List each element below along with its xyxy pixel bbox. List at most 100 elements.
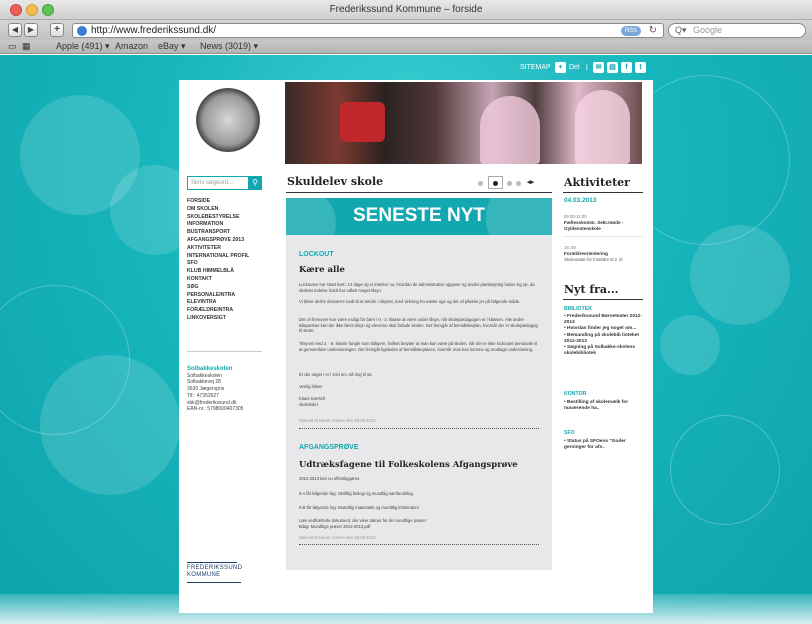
nav-item-information[interactable]: INFORMATION (187, 221, 267, 229)
nav-item-om-skolen[interactable]: OM SKOLEN (187, 206, 267, 214)
bookmarks-bar: ▭ ▦ Apple (491) ▾ Amazon eBay ▾ News (30… (0, 40, 812, 54)
logo-text: KOMMUNE (187, 572, 221, 578)
article-paragraph: Er der noget I er i tvivl om, så ring ti… (299, 372, 373, 377)
nav-item-linkoversigt[interactable]: LINKOVERSIGT (187, 315, 267, 323)
slide-dot[interactable] (478, 181, 483, 186)
article-title[interactable]: Udtræksfagene til Folkeskolens Afgangspr… (299, 460, 518, 470)
reading-list-icon[interactable]: ▭ (8, 41, 17, 52)
nav-item-sfo[interactable]: SFO (187, 260, 267, 268)
event-title[interactable]: Fællesskomm. Sekr.møde - Gyldenstenskole (564, 220, 646, 232)
category-kontor[interactable]: KONTOR (564, 391, 586, 397)
logo-text: FREDERIKSSUND (187, 565, 243, 571)
article-title[interactable]: Kære alle (299, 265, 345, 275)
school-name: Solbakkeskolen (187, 366, 233, 372)
rss-icon[interactable]: RSS (621, 26, 641, 36)
add-bookmark-button[interactable]: + (50, 23, 64, 37)
article-signature: Klaus Kærsell skoleleder (299, 396, 325, 407)
news-link[interactable]: • Bestilling af skolemælk for nuværende … (564, 400, 646, 412)
divider (299, 428, 539, 429)
slide-arrows-icon[interactable]: ◂▸ (527, 178, 534, 186)
nav-item-afgangsprove[interactable]: AFGANGSPRØVE 2013 (187, 237, 267, 245)
school-logo[interactable] (196, 88, 260, 152)
slide-dot[interactable] (516, 181, 521, 186)
nav-item-skolebestyrelse[interactable]: SKOLEBESTYRELSE (187, 214, 267, 222)
ean-line: EAN-nr.: 5798000407305 (187, 406, 244, 413)
news-link[interactable]: • Søgning på Solbakke-skolens skolebibli… (564, 345, 646, 357)
page-title: Skuldelev skole (287, 175, 384, 188)
address-bar[interactable]: http://www.frederikssund.dk/ RSS ↻ (72, 23, 664, 38)
bookmark-apple[interactable]: Apple (491) ▾ (56, 41, 110, 52)
news-banner: SENESTE NYT (286, 198, 552, 235)
window-titlebar: Frederikssund Kommune – forside (0, 0, 812, 20)
activities-date: 04.03.2013 (564, 197, 597, 204)
news-banner-title: SENESTE NYT (353, 205, 485, 226)
nav-item-kontakt[interactable]: KONTAKT (187, 276, 267, 284)
frederikssund-logo[interactable]: FREDERIKSSUND KOMMUNE (187, 562, 247, 583)
article-paragraph: Vi bliver derfor desværre nødt til at æn… (299, 299, 521, 304)
reload-icon[interactable]: ↻ (649, 24, 657, 37)
sitemap-link[interactable]: SITEMAP (520, 64, 551, 71)
twitter-icon[interactable]: t (635, 62, 646, 73)
share-plus-icon[interactable]: + (555, 62, 566, 73)
school-contact: Solbakkeskolen Solbakkeskolen Solbakkeve… (187, 366, 267, 413)
event-title[interactable]: Forældreorientering (564, 251, 646, 257)
email-icon[interactable]: ✉ (593, 62, 604, 73)
bibliotek-list: • Frederikssund Børneteater 2012-2013 • … (564, 314, 646, 357)
print-icon[interactable]: ▤ (607, 62, 618, 73)
article-byline: Skrevet af Naom Jensen den 28-08-2012 (299, 418, 376, 423)
nav-item-forside[interactable]: FORSIDE (187, 198, 267, 206)
site-icon (77, 26, 87, 36)
slide-dot-active[interactable] (493, 181, 498, 186)
article-paragraph: Tilsynet med 3. - 9. klasse fungér som t… (299, 341, 538, 352)
search-icon: Q▾ (675, 25, 687, 35)
browser-toolbar: ◀ ▶ + http://www.frederikssund.dk/ RSS ↻… (0, 20, 812, 40)
news-link[interactable]: • Bemanding på skolebib lioteket 2012-20… (564, 333, 646, 345)
divider (563, 299, 643, 300)
main-navigation: FORSIDE OM SKOLEN SKOLEBESTYRELSE INFORM… (187, 198, 267, 323)
nav-item-sog[interactable]: SØG (187, 284, 267, 292)
slide-dot[interactable] (507, 181, 512, 186)
nav-item-personaleintra[interactable]: PERSONALEINTRA (187, 292, 267, 300)
nav-item-klub-himmelbla[interactable]: KLUB HIMMELBLÅ (187, 268, 267, 276)
nav-item-foraeldreintra[interactable]: FORÆLDREINTRA (187, 307, 267, 315)
search-button[interactable]: ⚲ (248, 176, 262, 190)
search-field[interactable]: Q▾ Google (668, 23, 806, 38)
forward-button[interactable]: ▶ (24, 23, 38, 37)
nav-item-international-profil[interactable]: INTERNATIONAL PROFIL (187, 253, 267, 261)
sfo-list: • Status på SFOens "Goder gerninger for … (564, 439, 646, 451)
divider: | (586, 64, 588, 71)
activities-title: Aktiviteter (564, 176, 630, 189)
article-section[interactable]: LOCKOUT (299, 251, 334, 258)
article-paragraph: 9.A får følgende fag: Skriftlig biologi … (299, 491, 413, 496)
article-paragraph: Læs vedhæftede dokument, der viser datoe… (299, 518, 428, 529)
bookmark-news[interactable]: News (3019) ▾ (200, 41, 258, 52)
article-paragraph: 9.B får følgende fag: Mundtlig matematik… (299, 505, 419, 510)
news-link[interactable]: • Hvordan finder jeg noget om... (564, 326, 646, 332)
article-paragraph: Det vil fremover kun være muligt for bør… (299, 317, 538, 334)
article-paragraph: Lockouten har snart kørt i 14 dage og vi… (299, 282, 535, 293)
facebook-icon[interactable]: f (621, 62, 632, 73)
search-placeholder: Skriv søgeord... (191, 180, 234, 186)
back-button[interactable]: ◀ (8, 23, 22, 37)
share-link[interactable]: Del (569, 64, 580, 71)
site-search-input[interactable]: Skriv søgeord... ⚲ (187, 176, 262, 190)
nav-item-elevintra[interactable]: ELEVINTRA (187, 299, 267, 307)
nav-item-bustransport[interactable]: BUSTRANSPORT (187, 229, 267, 237)
event-time: 16.:00 (564, 245, 576, 250)
category-sfo[interactable]: SFO (564, 430, 575, 436)
news-link[interactable]: • Status på SFOens "Goder gerninger for … (564, 439, 646, 451)
article-section[interactable]: AFGANGSPRØVE (299, 444, 359, 451)
address-line: 3630 Jægerspris (187, 386, 225, 393)
email-link[interactable]: sbk@frederikssund.dk (187, 400, 267, 407)
news-link[interactable]: • Frederikssund Børneteater 2012-2013 (564, 314, 646, 326)
divider (299, 544, 539, 545)
category-bibliotek[interactable]: BIBLIOTEK (564, 306, 592, 312)
address-line: Solbakkevej 28 (187, 379, 221, 386)
nav-item-aktiviteter[interactable]: AKTIVITETER (187, 245, 267, 253)
divider (286, 192, 552, 193)
top-sites-icon[interactable]: ▦ (22, 41, 31, 52)
window-title: Frederikssund Kommune – forside (329, 4, 483, 15)
phone-line: Tlf.: 47352627 (187, 392, 219, 399)
bookmark-ebay[interactable]: eBay ▾ (158, 41, 186, 52)
bookmark-amazon[interactable]: Amazon (115, 41, 148, 51)
